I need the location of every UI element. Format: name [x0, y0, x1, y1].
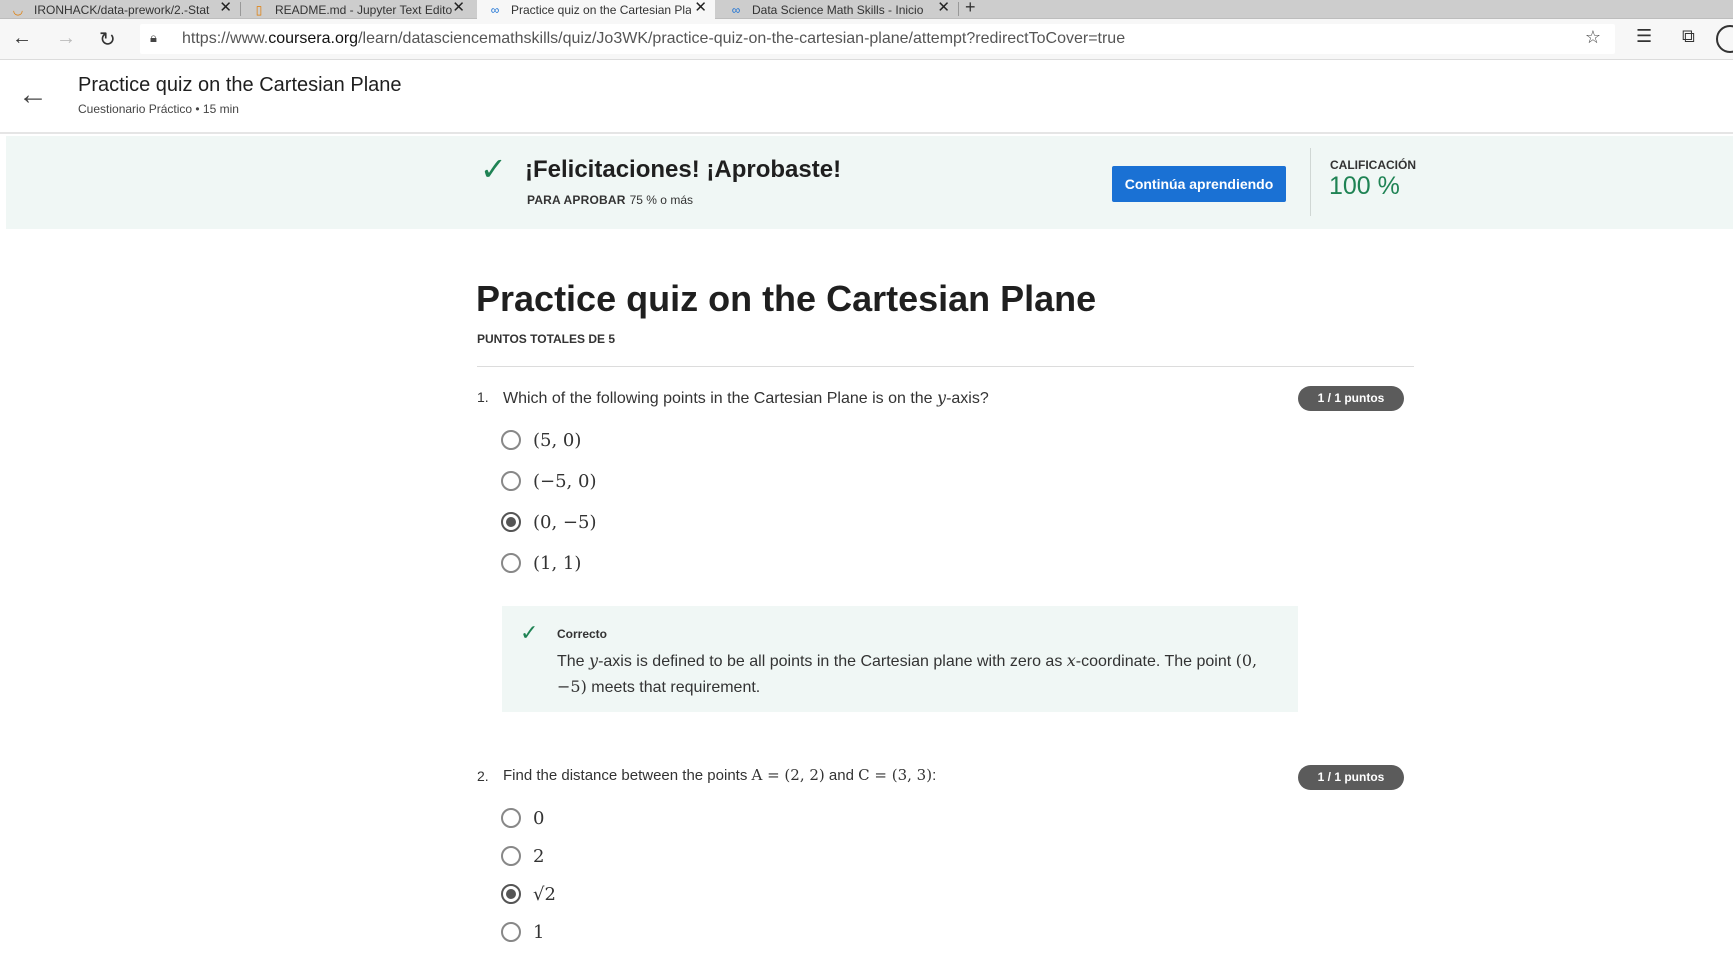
- radio-button[interactable]: [501, 808, 521, 828]
- question-text: Find the distance between the points A =…: [503, 766, 937, 784]
- close-icon[interactable]: ✕: [219, 0, 232, 16]
- quiz-title: Practice quiz on the Cartesian Plane: [476, 278, 1097, 319]
- browser-toolbar: ← → ↻ 🔒︎ https://www.coursera.org/learn/…: [0, 19, 1733, 60]
- answer-option[interactable]: (−5, 0): [501, 469, 596, 493]
- tab-title: README.md - Jupyter Text Edito: [275, 2, 453, 17]
- radio-button-selected[interactable]: [501, 512, 521, 532]
- favorites-list-icon[interactable]: ☰: [1636, 26, 1652, 47]
- refresh-icon[interactable]: ↻: [99, 27, 116, 52]
- close-icon[interactable]: ✕: [452, 0, 465, 16]
- answer-option-selected[interactable]: (0, −5): [501, 510, 596, 534]
- coursera-icon: ∞: [490, 3, 500, 17]
- tab-math-skills[interactable]: ∞ Data Science Math Skills - Inicio ✕: [718, 0, 958, 19]
- tab-readme[interactable]: ▯ README.md - Jupyter Text Edito ✕: [241, 0, 473, 19]
- divider: [477, 366, 1414, 367]
- radio-button[interactable]: [501, 922, 521, 942]
- spinner-icon: ◡: [12, 2, 24, 17]
- points-badge: 1 / 1 puntos: [1298, 386, 1404, 411]
- grade-value: 100 %: [1329, 172, 1400, 200]
- points-badge: 1 / 1 puntos: [1298, 765, 1404, 790]
- radio-button[interactable]: [501, 553, 521, 573]
- close-icon[interactable]: ✕: [694, 0, 707, 16]
- back-arrow-icon[interactable]: ←: [18, 78, 48, 112]
- pass-requirement: PARA APROBAR 75 % o más: [527, 193, 693, 207]
- close-icon[interactable]: ✕: [937, 0, 950, 16]
- tab-practice-quiz[interactable]: ∞ Practice quiz on the Cartesian Pla ✕: [477, 0, 715, 20]
- forward-icon[interactable]: →: [56, 27, 76, 50]
- file-icon: ▯: [255, 2, 263, 17]
- feedback-label: Correcto: [557, 627, 608, 641]
- answer-option[interactable]: (1, 1): [501, 551, 581, 575]
- question-text: Which of the following points in the Car…: [503, 388, 989, 407]
- tab-separator: [958, 2, 959, 16]
- profile-avatar[interactable]: [1716, 25, 1733, 53]
- feedback-text: The y-axis is defined to be all points i…: [557, 651, 1258, 696]
- answer-option[interactable]: 2: [501, 844, 544, 868]
- lock-icon: 🔒︎: [150, 30, 157, 45]
- feedback-box: ✓ Correcto The y-axis is defined to be a…: [502, 606, 1298, 712]
- question-number: 2.: [477, 768, 489, 784]
- page-title: Practice quiz on the Cartesian Plane: [78, 74, 402, 96]
- tab-ironhack[interactable]: ◡ IRONHACK/data-prework/2.-Stat ✕: [0, 0, 240, 19]
- checkmark-icon: ✓: [520, 620, 539, 645]
- collections-icon[interactable]: ⧉: [1682, 26, 1695, 47]
- banner-title: ¡Felicitaciones! ¡Aprobaste!: [525, 156, 842, 183]
- address-bar[interactable]: 🔒︎ https://www.coursera.org/learn/datasc…: [140, 24, 1615, 54]
- tab-title: Practice quiz on the Cartesian Pla: [511, 3, 691, 17]
- divider: [1310, 148, 1311, 216]
- radio-button[interactable]: [501, 471, 521, 491]
- continue-learning-button[interactable]: Continúa aprendiendo: [1112, 166, 1286, 202]
- tab-strip: ◡ IRONHACK/data-prework/2.-Stat ✕ ▯ READ…: [0, 0, 1733, 20]
- new-tab-button[interactable]: +: [965, 0, 976, 18]
- grade-label: CALIFICACIÓN: [1330, 158, 1416, 172]
- answer-option[interactable]: 1: [501, 920, 544, 944]
- page-subtitle: Cuestionario Práctico • 15 min: [78, 102, 239, 116]
- question-number: 1.: [477, 389, 489, 405]
- answer-option[interactable]: (5, 0): [501, 428, 581, 452]
- tab-title: Data Science Math Skills - Inicio: [752, 2, 924, 17]
- pass-banner: ✓ ¡Felicitaciones! ¡Aprobaste! PARA APRO…: [6, 136, 1733, 229]
- total-points: PUNTOS TOTALES DE 5: [477, 332, 616, 346]
- page-header: ← Practice quiz on the Cartesian Plane C…: [0, 60, 1733, 134]
- url-text: https://www.coursera.org/learn/datascien…: [182, 30, 1126, 47]
- radio-button[interactable]: [501, 430, 521, 450]
- radio-button[interactable]: [501, 846, 521, 866]
- favorite-star-icon[interactable]: ☆: [1585, 27, 1601, 48]
- tab-title: IRONHACK/data-prework/2.-Stat: [34, 2, 210, 17]
- coursera-icon: ∞: [731, 2, 741, 17]
- answer-option-selected[interactable]: √2: [501, 882, 556, 906]
- back-icon[interactable]: ←: [12, 27, 32, 50]
- checkmark-icon: ✓: [480, 151, 507, 187]
- answer-option[interactable]: 0: [501, 806, 544, 830]
- radio-button-selected[interactable]: [501, 884, 521, 904]
